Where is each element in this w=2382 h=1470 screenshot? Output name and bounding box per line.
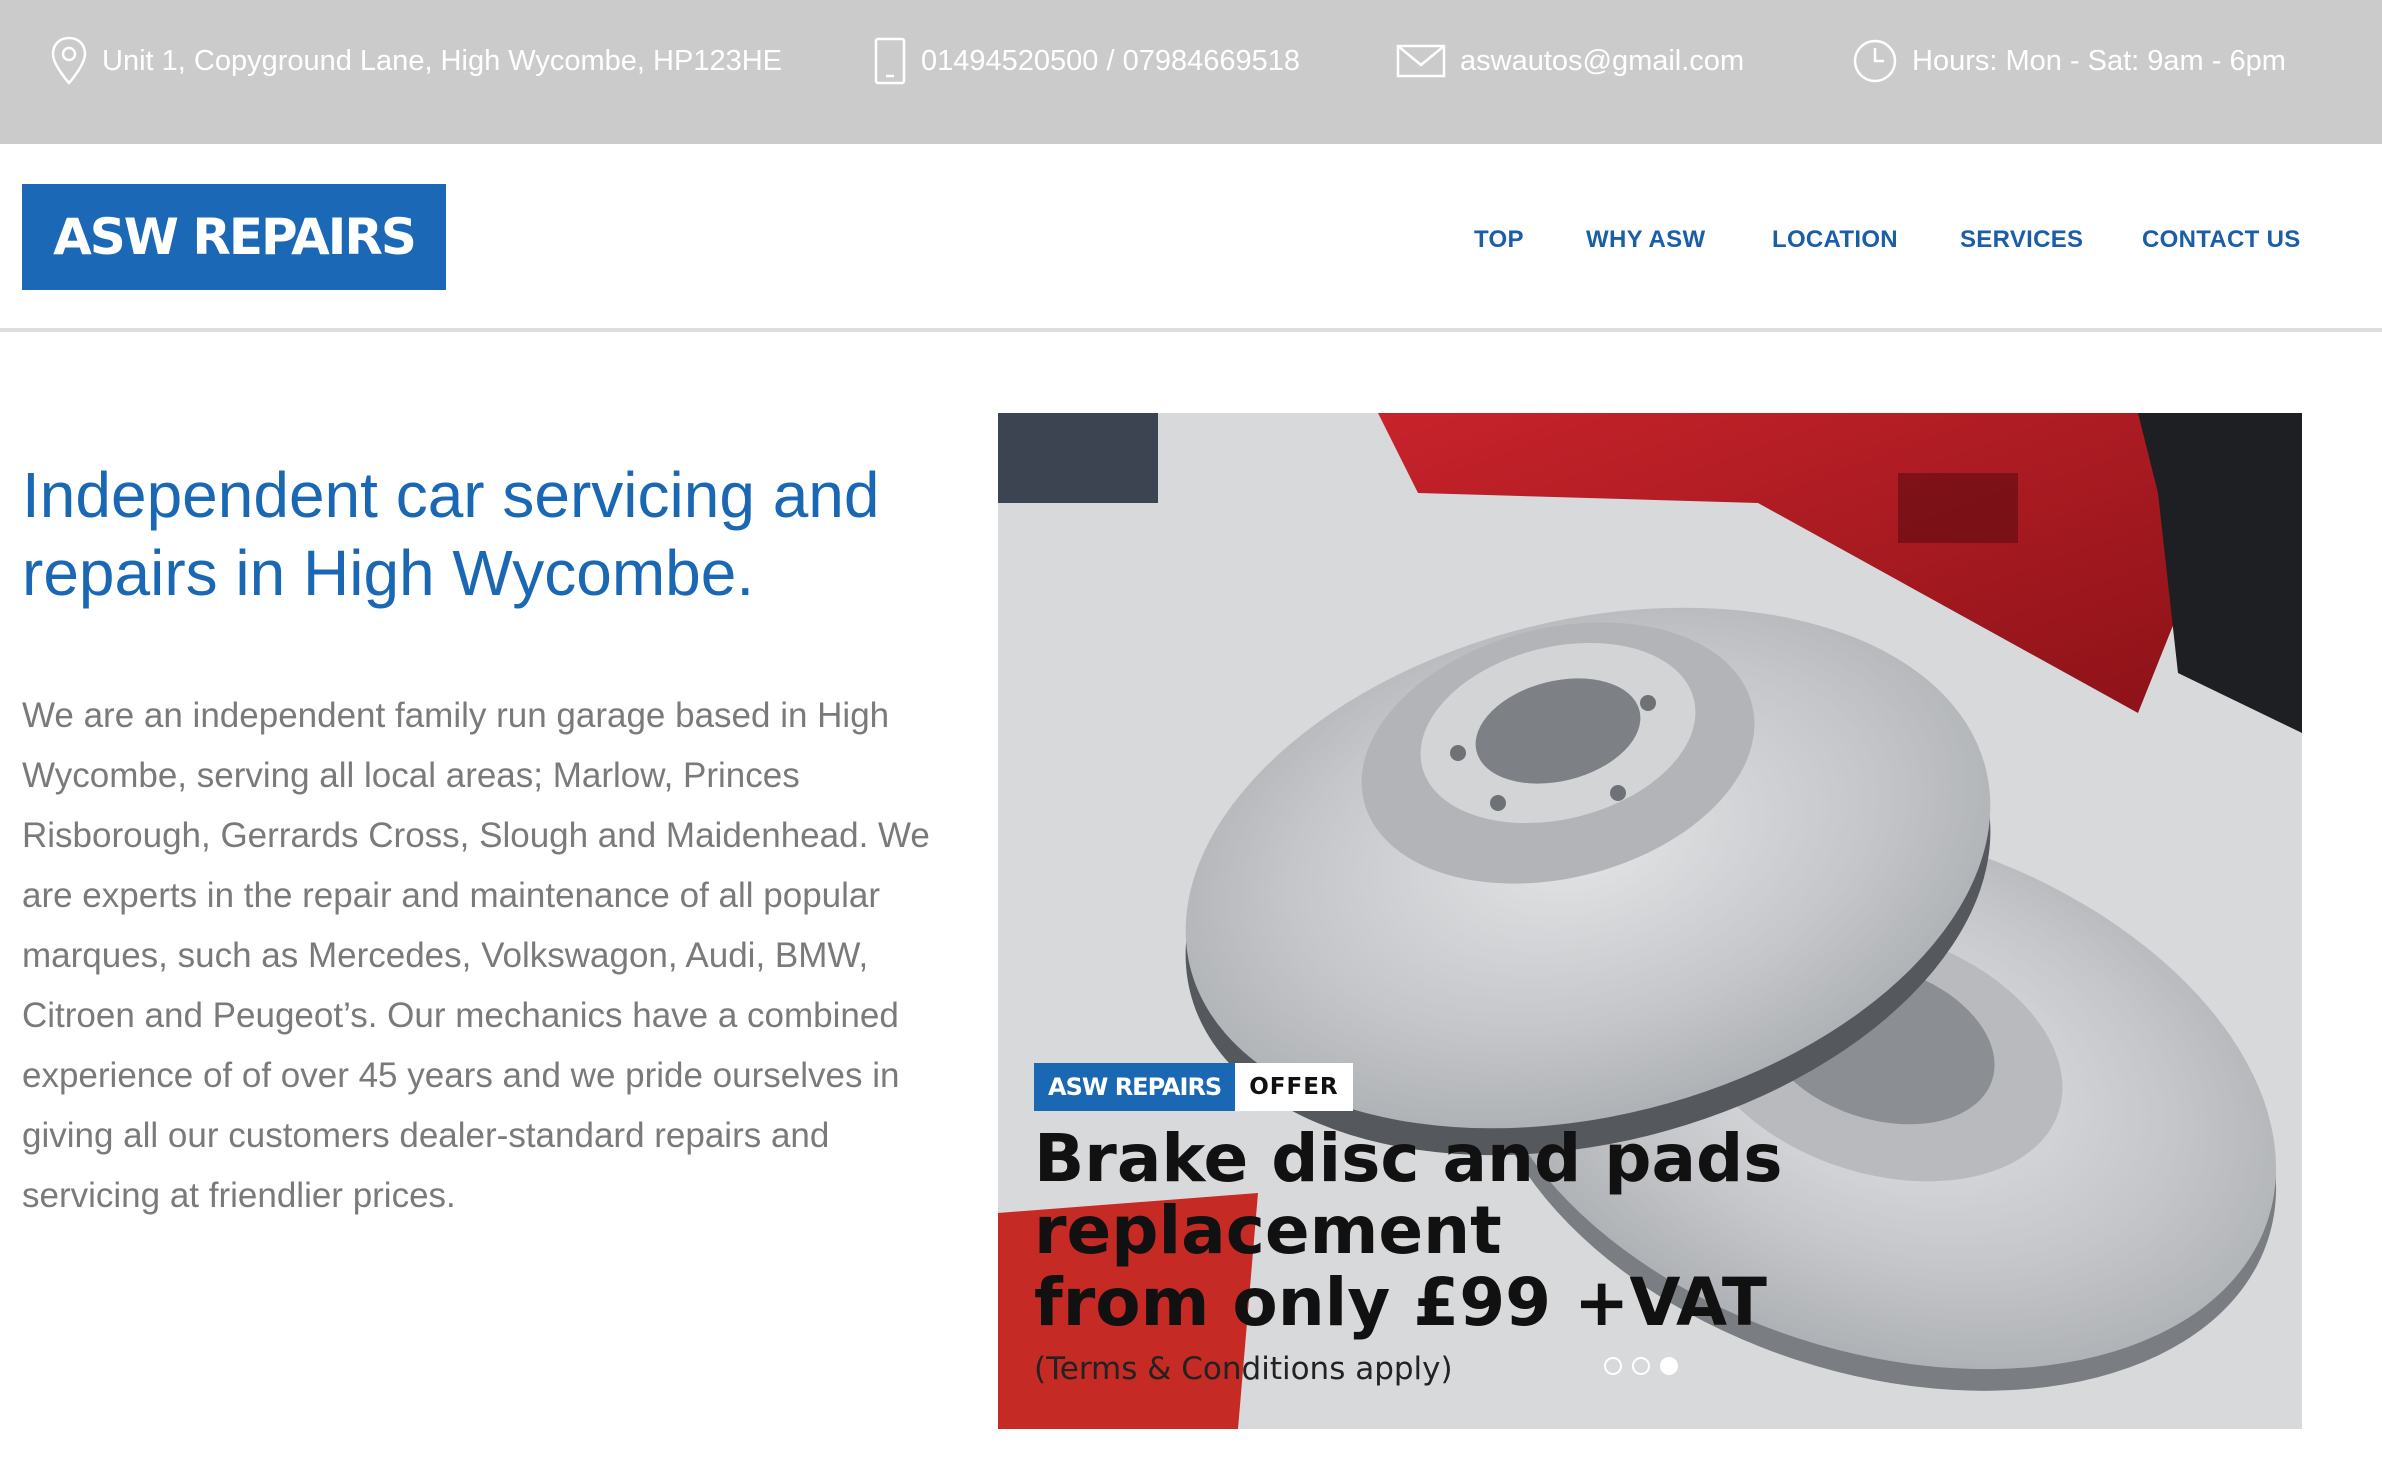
hero-intro-paragraph: We are an independent family run garage …	[22, 696, 930, 1215]
slider-dot-2[interactable]	[1632, 1357, 1650, 1375]
offer-slider[interactable]: ASW REPAIRS OFFER Brake disc and pads re…	[998, 413, 2302, 1429]
phone-text[interactable]: 01494520500 / 07984669518	[921, 45, 1300, 78]
phone-info: 01494520500 / 07984669518	[873, 0, 1300, 122]
address-info: Unit 1, Copyground Lane, High Wycombe, H…	[50, 0, 782, 122]
offer-badge-label: OFFER	[1235, 1063, 1353, 1111]
nav-item-why-asw[interactable]: WHY ASW	[1586, 224, 1705, 256]
header-divider	[0, 328, 2382, 332]
email-text[interactable]: aswautos@gmail.com	[1460, 45, 1744, 78]
offer-badge: ASW REPAIRS OFFER	[1034, 1063, 1353, 1111]
address-text: Unit 1, Copyground Lane, High Wycombe, H…	[102, 44, 782, 77]
nav-item-services[interactable]: SERVICES	[1960, 224, 2083, 256]
offer-title: Brake disc and pads replacement from onl…	[1034, 1120, 1783, 1341]
nav-item-top[interactable]: TOP	[1474, 224, 1524, 256]
slider-dot-3[interactable]	[1660, 1357, 1678, 1375]
map-pin-icon	[50, 35, 88, 87]
hours-info: Hours: Mon - Sat: 9am - 6pm	[1852, 0, 2286, 122]
hours-text: Hours: Mon - Sat: 9am - 6pm	[1912, 44, 2286, 77]
phone-icon	[873, 36, 907, 86]
nav-item-location[interactable]: LOCATION	[1772, 224, 1898, 256]
slider-pagination	[1604, 1357, 1678, 1375]
site-logo[interactable]: ASW REPAIRS	[22, 184, 446, 290]
slider-dot-1[interactable]	[1604, 1357, 1622, 1375]
contact-info-bar: Unit 1, Copyground Lane, High Wycombe, H…	[0, 0, 2382, 144]
offer-terms: (Terms & Conditions apply)	[1034, 1351, 1453, 1387]
nav-item-contact-us[interactable]: CONTACT US	[2142, 224, 2301, 256]
email-info: aswautos@gmail.com	[1396, 0, 1744, 122]
hero-headline: Independent car servicing and repairs in…	[22, 459, 880, 609]
offer-badge-brand: ASW REPAIRS	[1034, 1063, 1236, 1111]
envelope-icon	[1396, 43, 1446, 79]
clock-icon	[1852, 38, 1898, 84]
